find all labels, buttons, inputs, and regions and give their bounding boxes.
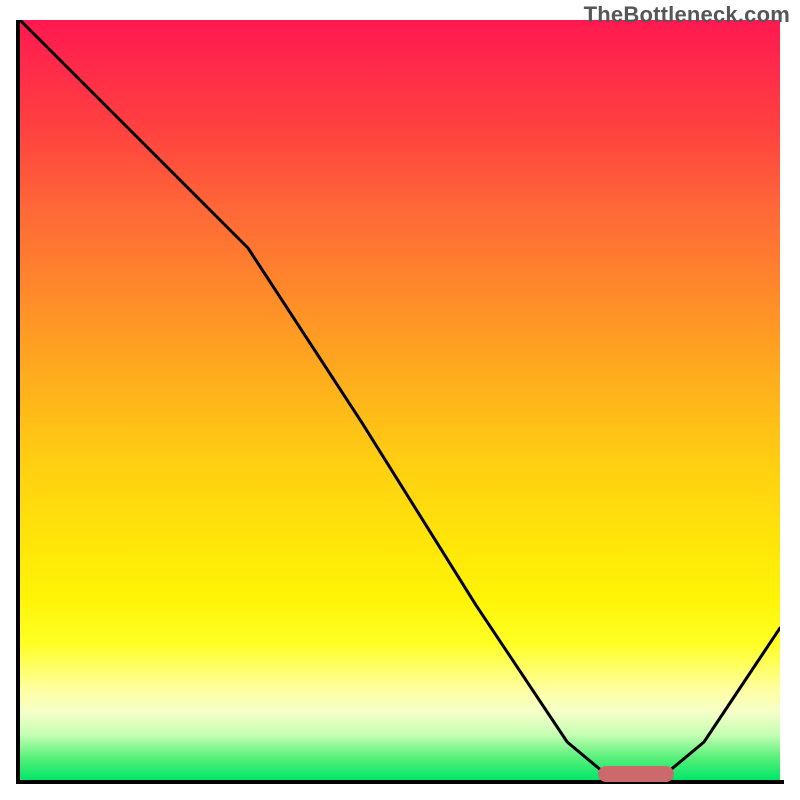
optimal-range-marker	[598, 766, 674, 782]
watermark-text: TheBottleneck.com	[584, 2, 790, 28]
plot-gradient-background	[20, 20, 780, 780]
y-axis	[16, 20, 20, 784]
bottleneck-chart: TheBottleneck.com	[0, 0, 800, 800]
